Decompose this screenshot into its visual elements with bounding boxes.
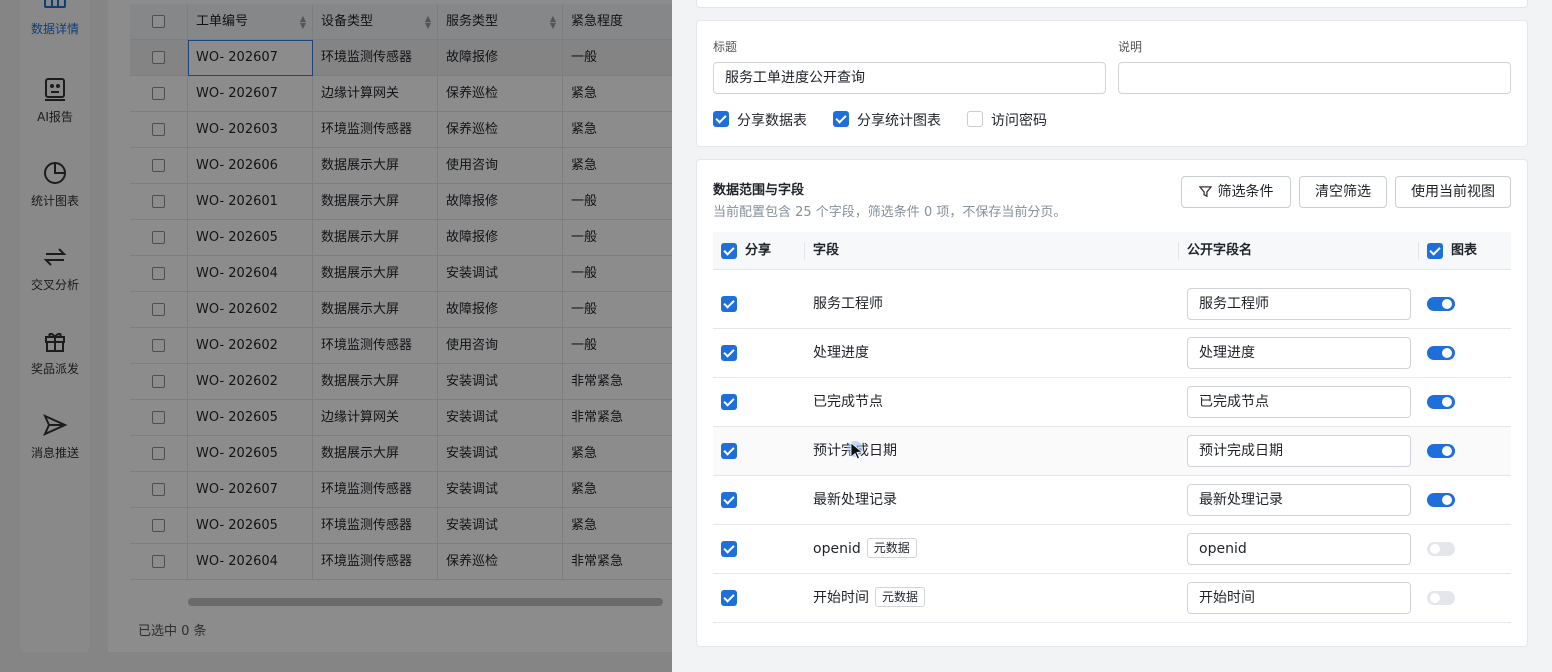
share-all-checkbox[interactable]	[721, 243, 737, 259]
field-share-checkbox[interactable]	[721, 296, 737, 312]
desc-input[interactable]	[1118, 62, 1511, 94]
chart-toggle[interactable]	[1427, 493, 1455, 507]
field-name: 已完成节点	[813, 394, 883, 410]
public-name-input[interactable]: 开始时间	[1187, 582, 1411, 614]
filter-icon	[1198, 186, 1212, 198]
chart-toggle[interactable]	[1427, 591, 1455, 605]
public-name-input[interactable]: 预计完成日期	[1187, 435, 1411, 467]
public-name-input[interactable]: openid	[1187, 533, 1411, 565]
field-share-checkbox[interactable]	[721, 541, 737, 557]
field-row: 最新处理记录 最新处理记录	[713, 476, 1511, 525]
field-row: 开始时间 元数据 开始时间	[713, 574, 1511, 623]
chart-toggle[interactable]	[1427, 542, 1455, 556]
field-row: 已完成节点 已完成节点	[713, 378, 1511, 427]
share-table-checkbox[interactable]	[713, 111, 729, 127]
fields-summary: 当前配置包含 25 个字段，筛选条件 0 项，不保存当前分页。	[713, 205, 1067, 220]
clear-filter-button[interactable]: 清空筛选	[1299, 176, 1387, 208]
chart-toggle[interactable]	[1427, 444, 1455, 458]
share-settings-card: 标题 服务工单进度公开查询 说明 分享数据表 分享统计图表 访问密码	[696, 20, 1528, 147]
field-share-checkbox[interactable]	[721, 590, 737, 606]
chart-toggle[interactable]	[1427, 297, 1455, 311]
public-name-input[interactable]: 处理进度	[1187, 337, 1411, 369]
chart-all-checkbox[interactable]	[1427, 243, 1443, 259]
fields-title: 数据范围与字段	[713, 183, 805, 198]
public-name-input[interactable]: 已完成节点	[1187, 386, 1411, 418]
field-share-checkbox[interactable]	[721, 492, 737, 508]
field-name: 开始时间 元数据	[813, 574, 926, 622]
chart-toggle[interactable]	[1427, 395, 1455, 409]
desc-label: 说明	[1118, 40, 1143, 54]
password-label: 访问密码	[991, 113, 1047, 129]
field-share-checkbox[interactable]	[721, 443, 737, 459]
field-row: 预计完成日期预计完成日期	[713, 427, 1511, 476]
field-name: 最新处理记录	[813, 492, 897, 508]
fields-card: 数据范围与字段 当前配置包含 25 个字段，筛选条件 0 项，不保存当前分页。 …	[696, 159, 1528, 647]
col-share: 分享	[745, 243, 772, 258]
password-checkbox[interactable]	[967, 111, 983, 127]
share-drawer: 标题 服务工单进度公开查询 说明 分享数据表 分享统计图表 访问密码 数据范围与…	[672, 0, 1552, 672]
metadata-tag: 元数据	[875, 587, 926, 607]
modal-overlay[interactable]	[0, 0, 672, 672]
field-share-checkbox[interactable]	[721, 394, 737, 410]
col-chart: 图表	[1451, 243, 1478, 258]
public-name-input[interactable]: 服务工程师	[1187, 288, 1411, 320]
fields-table-header: 分享 字段 公开字段名 图表	[713, 232, 1511, 270]
metadata-tag: 元数据	[866, 538, 917, 558]
public-name-input[interactable]: 最新处理记录	[1187, 484, 1411, 516]
col-public-name: 公开字段名	[1187, 243, 1253, 258]
chart-toggle[interactable]	[1427, 346, 1455, 360]
title-input[interactable]: 服务工单进度公开查询	[713, 62, 1106, 94]
use-current-view-button[interactable]: 使用当前视图	[1395, 176, 1511, 208]
share-chart-label: 分享统计图表	[857, 113, 941, 129]
field-row: 处理进度 处理进度	[713, 329, 1511, 378]
filter-button[interactable]: 筛选条件	[1181, 176, 1291, 208]
field-share-checkbox[interactable]	[721, 345, 737, 361]
top-card	[696, 0, 1528, 8]
field-name: openid 元数据	[813, 525, 917, 573]
share-chart-checkbox[interactable]	[833, 111, 849, 127]
field-name: 服务工程师	[813, 296, 883, 312]
field-row: 服务工程师 服务工程师	[713, 280, 1511, 329]
field-row: openid 元数据 openid	[713, 525, 1511, 574]
title-label: 标题	[713, 40, 738, 54]
field-name: 处理进度	[813, 345, 869, 361]
col-field: 字段	[813, 243, 840, 258]
share-table-label: 分享数据表	[737, 113, 807, 129]
mouse-cursor-icon	[847, 441, 864, 460]
